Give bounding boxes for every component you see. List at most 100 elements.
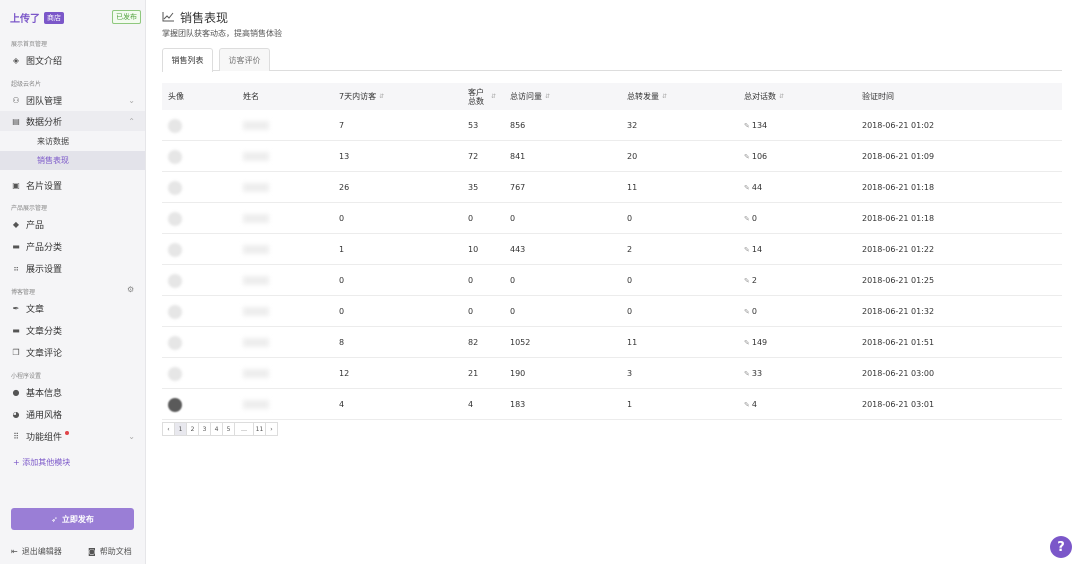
tab-bar: 销售列表 访客评价: [162, 48, 1062, 72]
customers-cell: 53: [468, 121, 479, 130]
tag-icon: ◆: [12, 219, 20, 229]
sidebar-item-article[interactable]: ✒ 文章: [0, 298, 145, 318]
col-total-visits[interactable]: 总访问量 ⇵: [510, 83, 550, 110]
avatar-cell: [168, 110, 182, 141]
sort-icon: ⇵: [662, 93, 668, 100]
chat-icon: ✎: [744, 307, 750, 316]
team-icon: ⚇: [12, 95, 20, 105]
tab-sales-list[interactable]: 销售列表: [162, 48, 213, 72]
add-module-link[interactable]: + 添加其他模块: [13, 457, 70, 468]
sidebar-subitem-label: 销售表现: [37, 156, 69, 165]
col-label: 总转发量: [627, 92, 659, 101]
sidebar-item-product[interactable]: ◆ 产品: [0, 214, 145, 234]
avatar: [168, 180, 182, 195]
exit-editor-link[interactable]: ⇤ 退出编辑器: [11, 546, 62, 557]
apps-icon: ⠿: [13, 431, 19, 441]
sidebar-item-card[interactable]: ▣ 名片设置: [0, 175, 145, 195]
verify-time-cell: 2018-06-21 01:02: [862, 121, 935, 130]
verify-time-cell: 2018-06-21 03:00: [862, 369, 935, 378]
sidebar-item-intro[interactable]: ◈ 图文介绍: [0, 50, 145, 70]
notification-dot: [65, 431, 70, 435]
blurred-name: [243, 152, 269, 161]
cell-value: 149: [751, 338, 768, 347]
verify-time-cell: 2018-06-21 01:51: [862, 338, 935, 347]
col-visitors-7d[interactable]: 7天内访客 ⇵: [339, 83, 384, 110]
sort-icon: ⇵: [545, 93, 551, 100]
col-avatar: 头像: [168, 92, 184, 101]
exit-icon: ⇤: [11, 547, 18, 556]
chats-cell: ✎ 2: [744, 265, 757, 296]
avatar: [168, 335, 182, 350]
visitors-cell: 26: [339, 183, 350, 192]
chats-cell: ✎ 149: [744, 327, 767, 358]
table-row: 7 53 856 32 ✎ 134 2018-06-21 01:02: [162, 110, 1062, 141]
sidebar: 上传了 商店 已发布 展示首页管理 ◈ 图文介绍 超级云名片 ⚇ 团队管理 ⌄ …: [0, 0, 146, 564]
chats-cell: ✎ 0: [744, 296, 757, 327]
tab-visitor-reviews[interactable]: 访客评价: [219, 48, 270, 71]
cell-value: 0: [751, 214, 757, 223]
sidebar-item-widgets[interactable]: ⠿ 功能组件 ⌄: [0, 426, 145, 446]
sidebar-item-display[interactable]: ⠶ 展示设置: [0, 258, 145, 278]
sidebar-item-basic[interactable]: ● 基本信息: [0, 382, 145, 402]
exit-label: 退出编辑器: [21, 547, 62, 556]
book-icon: ◙: [88, 547, 96, 556]
col-customers[interactable]: 客户总数 ⇵: [468, 83, 496, 110]
col-total-chats[interactable]: 总对话数 ⇵: [744, 83, 784, 110]
sidebar-subitem-visits[interactable]: 来访数据: [0, 132, 145, 151]
customers-cell: 21: [468, 369, 479, 378]
sidebar-item-label: 数据分析: [26, 117, 63, 128]
help-fab-button[interactable]: ?: [1050, 536, 1072, 558]
app: 上传了 商店 已发布 展示首页管理 ◈ 图文介绍 超级云名片 ⚇ 团队管理 ⌄ …: [0, 0, 1080, 564]
sidebar-item-label: 图文介绍: [26, 56, 63, 67]
sidebar-item-label: 展示设置: [26, 264, 63, 275]
name-cell: [243, 389, 269, 420]
section-title: 展示首页管理: [11, 41, 48, 48]
name-cell: [243, 203, 269, 234]
name-cell: [243, 358, 269, 389]
page-button[interactable]: …: [234, 422, 254, 436]
visits-cell: 183: [510, 400, 526, 409]
chats-cell: ✎ 106: [744, 141, 767, 172]
chat-icon: ✎: [744, 152, 750, 161]
visits-cell: 0: [510, 276, 516, 285]
chat-icon: ✎: [744, 214, 750, 223]
customers-cell: 4: [468, 400, 474, 409]
cell-value: 106: [751, 152, 768, 161]
shares-cell: 0: [627, 276, 633, 285]
visitors-cell: 8: [339, 338, 345, 347]
shares-cell: 0: [627, 307, 633, 316]
sidebar-item-label: 团队管理: [26, 96, 63, 107]
name-cell: [243, 234, 269, 265]
comment-icon: ❐: [12, 347, 20, 357]
gear-icon[interactable]: ⚙: [127, 285, 134, 294]
col-total-shares[interactable]: 总转发量 ⇵: [627, 83, 667, 110]
visitors-cell: 1: [339, 245, 345, 254]
visitors-cell: 7: [339, 121, 345, 130]
sidebar-item-category[interactable]: ▬ 产品分类: [0, 236, 145, 256]
publish-button[interactable]: ➶ 立即发布: [11, 508, 134, 530]
sidebar-item-article-category[interactable]: ▬ 文章分类: [0, 320, 145, 340]
sidebar-item-team[interactable]: ⚇ 团队管理 ⌄: [0, 90, 145, 110]
cell-value: 134: [751, 121, 768, 130]
visits-cell: 443: [510, 245, 526, 254]
section-title: 小程序设置: [11, 373, 42, 380]
customers-cell: 0: [468, 214, 474, 223]
sidebar-item-label: 产品: [26, 220, 45, 231]
table-body: 7 53 856 32 ✎ 134 2018-06-21 01:02 13 72 841 20 ✎ 10…: [162, 110, 1062, 420]
verify-time-cell: 2018-06-21 01:25: [862, 276, 935, 285]
sidebar-item-style[interactable]: ◕ 通用风格: [0, 404, 145, 424]
sidebar-item-analytics[interactable]: ▤ 数据分析 ⌃: [0, 111, 145, 131]
shares-cell: 3: [627, 369, 633, 378]
sidebar-item-label: 产品分类: [26, 242, 63, 253]
visits-cell: 1052: [510, 338, 531, 347]
visitors-cell: 0: [339, 214, 345, 223]
next-page-button[interactable]: ›: [265, 422, 278, 436]
sidebar-item-comments[interactable]: ❐ 文章评论: [0, 342, 145, 362]
col-verify-time: 验证时间: [862, 92, 894, 101]
help-docs-link[interactable]: ◙ 帮助文档: [88, 546, 132, 557]
sidebar-item-label: 名片设置: [26, 181, 63, 192]
sidebar-subitem-sales[interactable]: 销售表现: [0, 151, 145, 170]
cell-value: 33: [751, 369, 763, 378]
cell-value: 4: [751, 400, 757, 409]
col-label: 总访问量: [510, 92, 542, 101]
